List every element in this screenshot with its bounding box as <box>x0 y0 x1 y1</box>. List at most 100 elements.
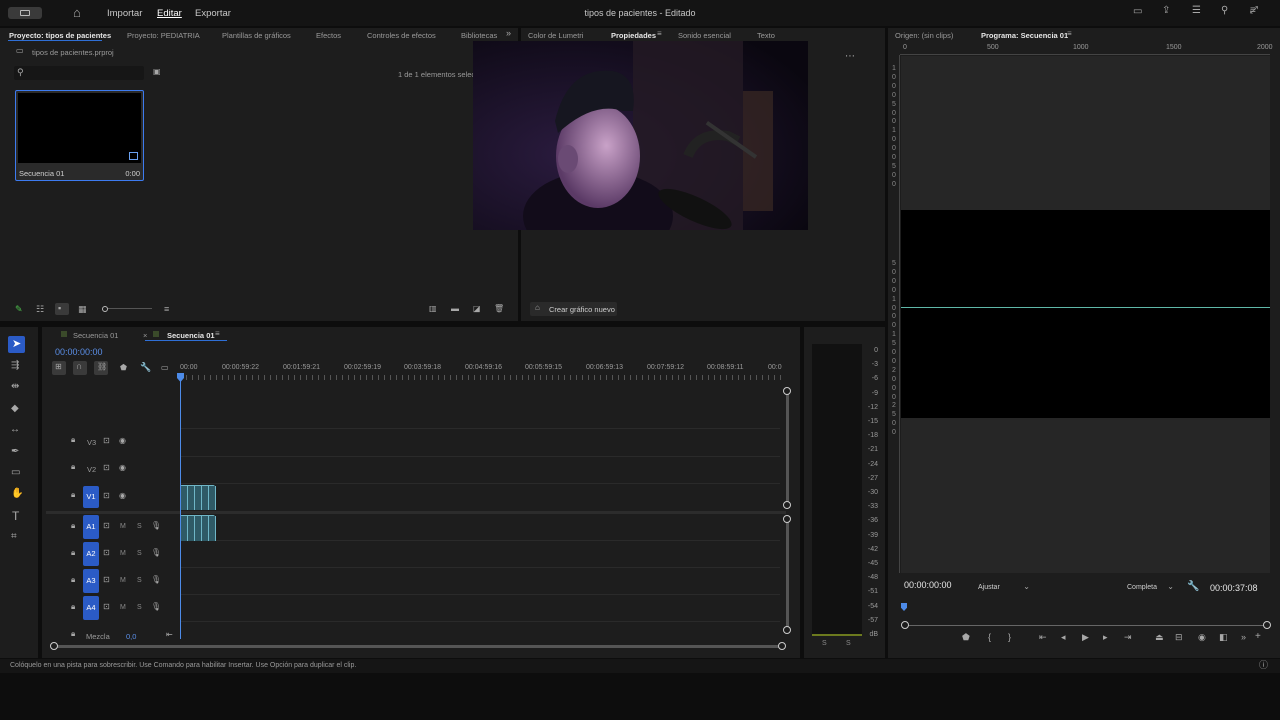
timeline-settings-icon[interactable]: 🔧 <box>140 363 151 372</box>
mute-button[interactable]: M <box>120 604 126 611</box>
microphone-icon[interactable]: 🎙︎ <box>151 603 161 611</box>
microphone-icon[interactable]: 🎙︎ <box>151 576 161 584</box>
sort-icon[interactable]: ≡ <box>164 305 169 314</box>
solo-right-button[interactable]: S <box>846 640 851 647</box>
export-tab[interactable]: Exportar <box>195 8 231 19</box>
type-icon[interactable]: T <box>12 510 19 522</box>
wrench-icon[interactable]: 🔧 <box>1187 582 1199 592</box>
nest-button[interactable]: ⊞ <box>52 361 66 375</box>
lock-icon[interactable]: 🔒︎ <box>71 491 75 499</box>
mix-value[interactable]: 0,0 <box>126 632 136 641</box>
solo-button[interactable]: S <box>137 604 142 611</box>
more-tabs-icon[interactable]: » <box>506 29 511 38</box>
write-on-icon[interactable]: ✎ <box>15 305 23 314</box>
lock-icon[interactable]: 🔒︎ <box>71 522 75 530</box>
more-options-icon[interactable]: ⋯ <box>845 52 855 62</box>
scroll-handle[interactable] <box>778 642 786 650</box>
list-view-icon[interactable]: ☷ <box>36 305 44 314</box>
search-help-icon[interactable]: ⚲ <box>1221 6 1228 16</box>
tab-text[interactable]: Texto <box>757 31 775 40</box>
add-marker-icon[interactable]: ⬟ <box>120 364 127 372</box>
sidebar-toggle-button[interactable] <box>8 7 42 19</box>
tab-libraries[interactable]: Bibliotecas <box>461 31 497 40</box>
sync-lock-icon[interactable]: ⊡ <box>103 549 110 557</box>
sync-lock-icon[interactable]: ⊡ <box>103 492 110 500</box>
timeline-tab-1[interactable]: Secuencia 01 <box>73 331 118 340</box>
timeline-timecode[interactable]: 00:00:00:00 <box>55 347 103 357</box>
progress-icon[interactable]: ☰ <box>1192 6 1201 16</box>
sync-lock-icon[interactable]: ⊡ <box>103 464 110 472</box>
share-icon[interactable]: ⇪ <box>1162 6 1170 16</box>
extract-icon[interactable]: ⊟ <box>1175 632 1183 642</box>
tab-project-tipos[interactable]: Proyecto: tipos de pacientes <box>9 31 111 40</box>
timeline-tab-2[interactable]: Secuencia 01 <box>167 331 215 340</box>
home-icon[interactable]: ⌂ <box>73 6 81 19</box>
add-button-icon[interactable]: + <box>1255 632 1261 642</box>
tab-menu-icon[interactable]: ≡ <box>657 30 662 38</box>
scroll-handle[interactable] <box>783 501 791 509</box>
create-graphic-button[interactable]: ⌂ Crear gráfico nuevo <box>530 302 617 316</box>
comparison-icon[interactable]: ◧ <box>1219 632 1228 642</box>
track-target-a2[interactable]: A2 <box>83 542 99 566</box>
mute-button[interactable]: M <box>120 550 126 557</box>
track-header-a3[interactable]: 🔒︎ A3 ⊡ M S 🎙︎ <box>46 569 176 593</box>
tab-lumetri-color[interactable]: Color de Lumetri <box>528 31 583 40</box>
search-input[interactable]: ⚲ <box>14 66 144 80</box>
info-icon[interactable]: ⓘ <box>1259 661 1268 670</box>
track-header-a1[interactable]: 🔒︎ A1 ⊡ M S 🎙︎ <box>46 515 176 539</box>
sync-lock-icon[interactable]: ⊡ <box>103 437 110 445</box>
mark-out-icon[interactable]: } <box>1008 632 1011 642</box>
eye-icon[interactable]: ◉ <box>119 492 126 500</box>
tab-essential-sound[interactable]: Sonido esencial <box>678 31 731 40</box>
program-timecode-left[interactable]: 00:00:00:00 <box>904 580 952 590</box>
project-item-sequence[interactable]: Secuencia 01 0:00 <box>15 90 144 181</box>
track-header-v1[interactable]: 🔒︎ V1 ⊡ ◉ <box>46 486 176 508</box>
rectangle-icon[interactable]: ▭ <box>11 468 20 478</box>
fit-dropdown[interactable]: Ajustar ⌄ <box>974 581 1034 595</box>
trash-icon[interactable]: 🗑 <box>494 305 504 313</box>
automate-icon[interactable]: ▥ <box>429 305 437 313</box>
solo-left-button[interactable]: S <box>822 640 827 647</box>
track-header-a2[interactable]: 🔒︎ A2 ⊡ M S 🎙︎ <box>46 542 176 566</box>
tab-project-pediatria[interactable]: Proyecto: PEDIATRIA <box>127 31 200 40</box>
tab-graphics-templates[interactable]: Plantillas de gráficos <box>222 31 291 40</box>
mute-button[interactable]: M <box>120 523 126 530</box>
scroll-handle[interactable] <box>783 387 791 395</box>
timeline-menu-icon[interactable]: ≡ <box>215 330 220 338</box>
program-timecode-right[interactable]: 00:00:37:08 <box>1210 583 1258 593</box>
freeform-view-icon[interactable]: ▦ <box>78 305 87 314</box>
track-header-mix[interactable]: 🔒︎ Mezcla 0,0 ⇤ <box>46 630 176 642</box>
new-bin-icon[interactable]: ▣ <box>153 68 161 76</box>
quality-dropdown[interactable]: Completa ⌄ <box>1122 581 1178 595</box>
mark-in-icon[interactable]: { <box>988 632 991 642</box>
new-item-icon[interactable]: ◪ <box>473 305 481 313</box>
slip-icon[interactable]: ↔ <box>10 425 20 435</box>
zoom-slider[interactable] <box>102 306 152 312</box>
pen-icon[interactable]: ✒ <box>11 447 19 457</box>
track-target-v1[interactable]: V1 <box>83 486 99 508</box>
track-header-v3[interactable]: 🔒︎ V3 ⊡ ◉ <box>46 436 176 448</box>
linked-selection-button[interactable]: ⛓ <box>94 361 108 375</box>
go-to-start-icon[interactable]: ⇤ <box>166 631 173 639</box>
timeline-horizontal-scrollbar[interactable] <box>50 642 786 650</box>
scrub-end-handle[interactable] <box>1263 621 1271 629</box>
lift-icon[interactable]: ⏏ <box>1155 632 1164 642</box>
scrub-start-handle[interactable] <box>901 621 909 629</box>
microphone-icon[interactable]: 🎙︎ <box>151 522 161 530</box>
lock-icon[interactable]: 🔒︎ <box>71 576 75 584</box>
tab-program[interactable]: Programa: Secuencia 01 <box>981 31 1068 40</box>
program-menu-icon[interactable]: ≡ <box>1067 30 1072 38</box>
edit-tab[interactable]: Editar <box>157 8 182 19</box>
track-select-icon[interactable]: ⇶ <box>11 361 19 371</box>
tab-effect-controls[interactable]: Controles de efectos <box>367 31 436 40</box>
eye-icon[interactable]: ◉ <box>119 437 126 445</box>
snap-button[interactable]: ∩ <box>73 361 87 375</box>
timeline-ruler[interactable]: 00:00 00:00:59:22 00:01:59:21 00:02:59:1… <box>180 361 786 381</box>
caption-icon[interactable]: ⌗ <box>11 532 17 542</box>
lock-icon[interactable]: 🔒︎ <box>71 463 75 471</box>
go-to-out-icon[interactable]: ⇥ <box>1124 632 1132 642</box>
eye-icon[interactable]: ◉ <box>119 464 126 472</box>
sync-lock-icon[interactable]: ⊡ <box>103 522 110 530</box>
captions-icon[interactable]: ▭ <box>161 364 169 372</box>
new-folder-icon[interactable]: ▬ <box>451 305 459 313</box>
